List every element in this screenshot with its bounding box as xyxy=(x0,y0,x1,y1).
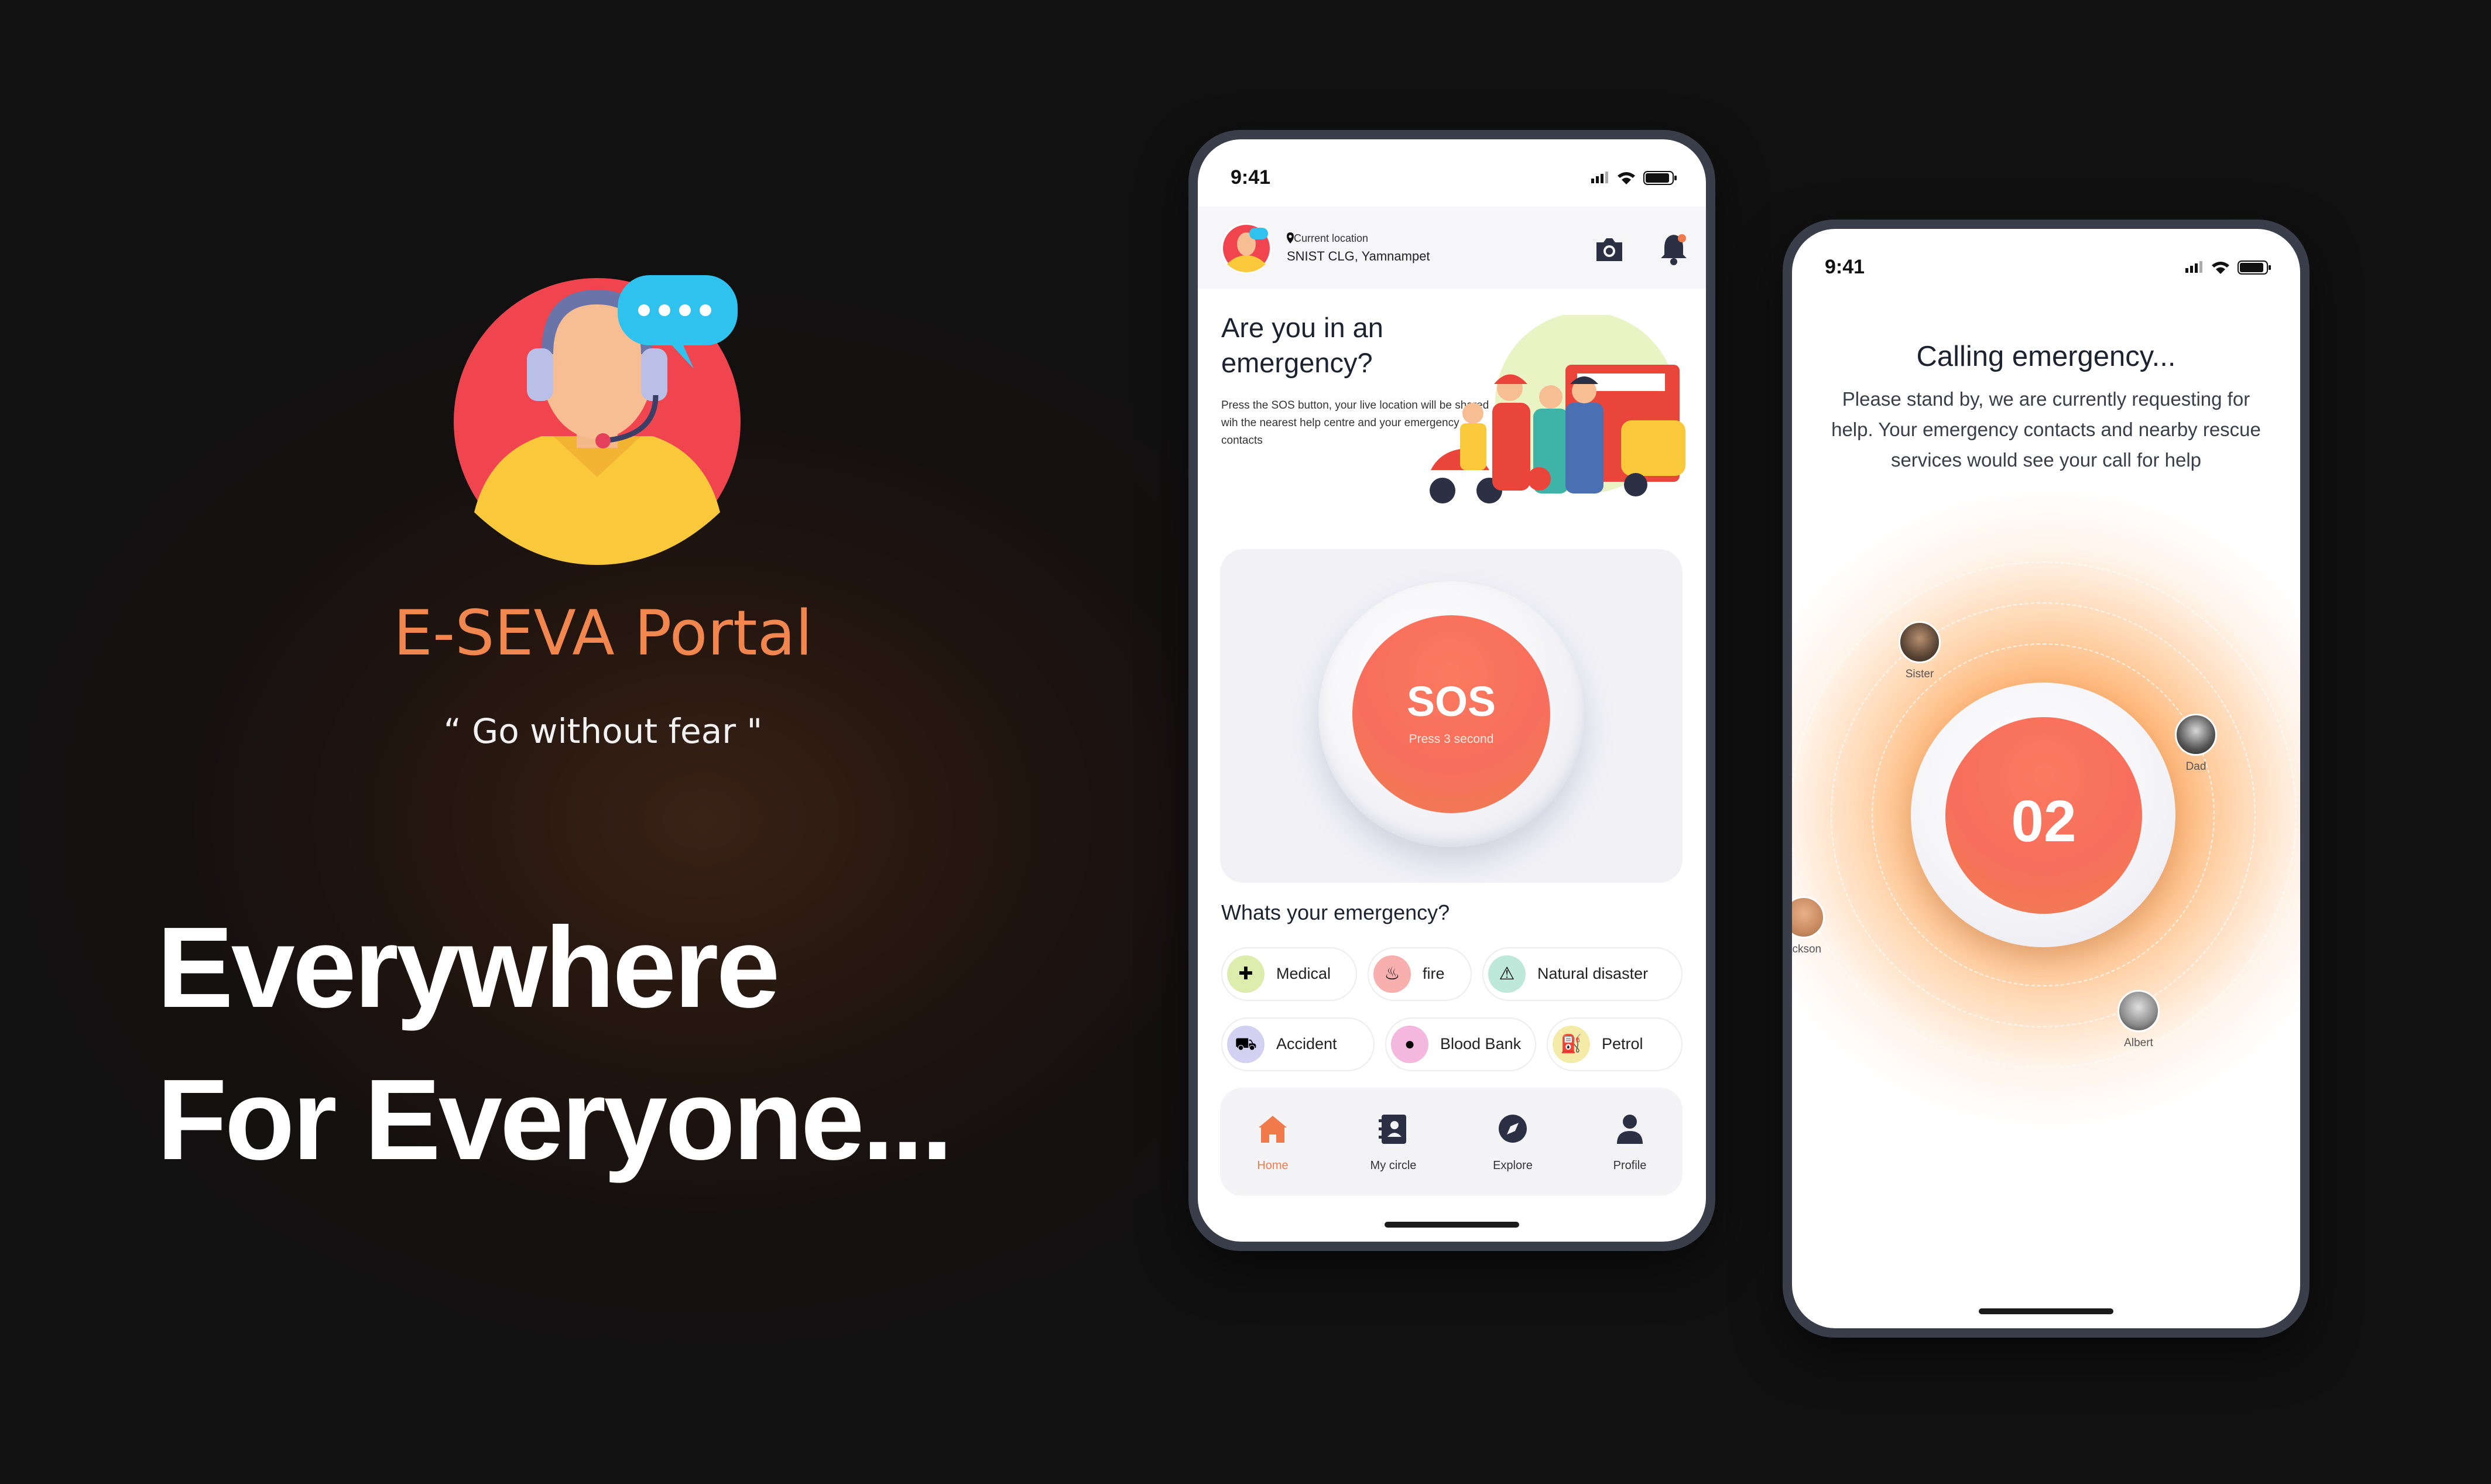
accident-car-icon: ⛟ xyxy=(1227,1026,1265,1063)
chip-petrol[interactable]: ⛽ Petrol xyxy=(1547,1017,1683,1071)
status-icons xyxy=(1591,171,1677,185)
home-indicator xyxy=(1385,1222,1519,1228)
calling-title: Calling emergency... xyxy=(1916,341,2176,372)
calling-description: Please stand by, we are currently reques… xyxy=(1831,388,2261,471)
nav-label: Profile xyxy=(1613,1159,1647,1172)
status-time: 9:41 xyxy=(1825,256,1865,278)
eseva-logo xyxy=(454,266,743,565)
chip-accident[interactable]: ⛟ Accident xyxy=(1221,1017,1375,1071)
contact-name: Sister xyxy=(1905,668,1934,680)
avatar xyxy=(1792,896,1825,938)
chip-label: Blood Bank xyxy=(1440,1035,1522,1053)
headline-line-1: Everywhere xyxy=(157,903,780,1031)
chip-label: fire xyxy=(1423,965,1445,982)
avatar xyxy=(1899,621,1941,663)
location-label: Current location xyxy=(1294,232,1369,244)
status-time: 9:41 xyxy=(1231,166,1271,189)
fire-icon: ♨ xyxy=(1373,955,1411,993)
chip-blood-bank[interactable]: ● Blood Bank xyxy=(1385,1017,1536,1071)
hero-title: Are you in an emergency? xyxy=(1221,312,1383,378)
bell-icon[interactable] xyxy=(1657,231,1690,266)
brand-title: E-SEVA Portal xyxy=(393,597,813,669)
blood-drop-icon: ● xyxy=(1391,1026,1428,1063)
location-value[interactable]: SNIST CLG, Yamnampet xyxy=(1287,249,1430,264)
chip-fire[interactable]: ♨ fire xyxy=(1368,947,1472,1001)
phone-home-mockup: 9:41 Current location SNIST CLG, Yamnamp… xyxy=(1188,130,1715,1251)
chip-medical[interactable]: ✚ Medical xyxy=(1221,947,1357,1001)
calling-screen: 9:41 Calling emergency... Please stand b… xyxy=(1792,229,2300,1328)
bottom-nav: Home My circle Explore Profile xyxy=(1220,1088,1683,1196)
chip-label: Accident xyxy=(1276,1035,1337,1053)
contact-albert[interactable]: Albert xyxy=(2103,990,2174,1050)
contact-dad[interactable]: Dad xyxy=(2161,714,2231,773)
nav-home[interactable]: Home xyxy=(1226,1088,1320,1196)
compass-icon xyxy=(1499,1115,1527,1143)
nav-profile[interactable]: Profile xyxy=(1583,1088,1677,1196)
nav-label: Explore xyxy=(1493,1159,1533,1172)
contact-name: Dad xyxy=(2185,760,2206,773)
chip-natural-disaster[interactable]: ⚠ Natural disaster xyxy=(1482,947,1683,1001)
avatar xyxy=(2117,990,2160,1032)
home-indicator xyxy=(1979,1308,2113,1314)
sos-hint: Press 3 second xyxy=(1409,732,1494,746)
contact-sister[interactable]: Sister xyxy=(1884,621,1955,681)
contact-jackson[interactable]: ackson xyxy=(1792,896,1839,956)
nav-explore[interactable]: Explore xyxy=(1466,1088,1560,1196)
phone-calling-mockup: 9:41 Calling emergency... Please stand b… xyxy=(1783,220,2310,1338)
fuel-pump-icon: ⛽ xyxy=(1553,1026,1590,1063)
avatar xyxy=(2175,714,2217,756)
user-icon xyxy=(1617,1115,1643,1144)
camera-icon[interactable] xyxy=(1593,233,1626,266)
contact-name: ackson xyxy=(1792,943,1822,955)
location-header: Current location SNIST CLG, Yamnampet xyxy=(1198,207,1706,289)
brand-tagline: “ Go without fear " xyxy=(443,711,763,751)
sos-label: SOS xyxy=(1406,678,1496,725)
nav-label: Home xyxy=(1257,1159,1289,1172)
contact-name: Albert xyxy=(2124,1037,2153,1049)
sos-card: SOS Press 3 second xyxy=(1220,549,1683,883)
medical-kit-icon: ✚ xyxy=(1227,955,1265,993)
nav-my-circle[interactable]: My circle xyxy=(1346,1088,1440,1196)
headline-line-2: For Everyone... xyxy=(157,1055,953,1184)
status-bar: 9:41 xyxy=(1792,229,2300,299)
home-icon xyxy=(1259,1116,1287,1143)
contacts-book-icon xyxy=(1379,1115,1406,1144)
avatar[interactable] xyxy=(1221,223,1272,273)
rescue-team-illustration xyxy=(1430,315,1685,503)
status-icons xyxy=(2185,261,2271,275)
home-screen: 9:41 Current location SNIST CLG, Yamnamp… xyxy=(1198,139,1706,1242)
status-bar: 9:41 xyxy=(1198,139,1706,210)
nav-label: My circle xyxy=(1370,1159,1417,1172)
chip-label: Medical xyxy=(1276,965,1331,982)
chip-label: Petrol xyxy=(1602,1035,1643,1053)
chip-label: Natural disaster xyxy=(1537,965,1649,982)
location-pin-icon xyxy=(1287,232,1294,244)
countdown-value: 02 xyxy=(2011,789,2077,854)
disaster-icon: ⚠ xyxy=(1488,955,1526,993)
emergency-question: Whats your emergency? xyxy=(1221,900,1450,924)
